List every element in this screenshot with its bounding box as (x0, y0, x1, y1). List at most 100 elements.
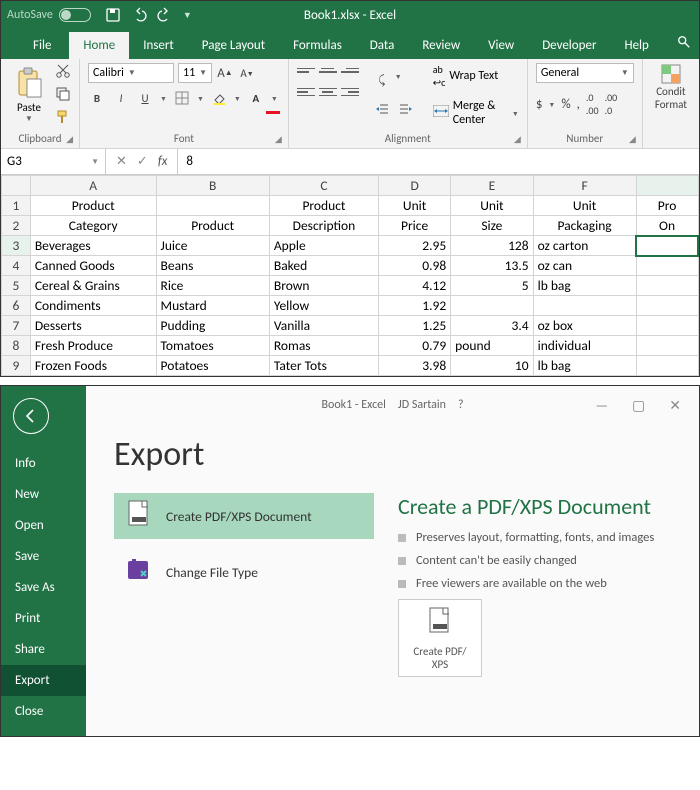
undo-icon[interactable] (131, 7, 147, 23)
name-box[interactable]: G3▼ (1, 149, 106, 174)
underline-button[interactable]: U (136, 89, 154, 107)
back-button[interactable] (13, 398, 49, 434)
group-label-alignment: Alignment◢ (297, 130, 519, 148)
column-headers[interactable]: A B C D E F (2, 176, 699, 196)
sidebar-item-export[interactable]: Export (1, 665, 86, 696)
font-color-icon[interactable]: A (247, 89, 265, 107)
tab-data[interactable]: Data (356, 32, 409, 59)
select-all-corner[interactable] (2, 176, 31, 196)
tab-help[interactable]: Help (610, 32, 662, 59)
decrease-decimal-icon[interactable]: .00.0 (605, 91, 618, 117)
tab-file[interactable]: File (19, 32, 69, 59)
decrease-font-icon[interactable]: A▼ (238, 64, 256, 82)
increase-indent-icon[interactable] (397, 100, 415, 118)
autosave-toggle[interactable]: AutoSave (7, 8, 91, 22)
group-font: Calibri▼ 11▼ A▲ A▼ B I U▼ ▼ ▼ A▼ Font◢ (80, 59, 289, 148)
sidebar-item-info[interactable]: Info (1, 448, 86, 479)
paste-label: Paste (17, 101, 41, 114)
active-cell[interactable] (636, 236, 698, 256)
tab-formulas[interactable]: Formulas (279, 32, 356, 59)
tab-view[interactable]: View (474, 32, 528, 59)
fx-icon[interactable]: fx (158, 154, 168, 169)
row-header[interactable]: 5 (2, 276, 31, 296)
italic-button[interactable]: I (112, 89, 130, 107)
orientation-icon[interactable]: ⤹ (373, 72, 391, 90)
bullet-icon (398, 534, 406, 542)
decrease-indent-icon[interactable] (373, 100, 391, 118)
merge-center-button[interactable]: Merge & Center ▼ (433, 99, 519, 127)
sidebar-item-new[interactable]: New (1, 479, 86, 510)
borders-icon[interactable] (173, 89, 191, 107)
option-change-file-type[interactable]: Change File Type (114, 549, 374, 595)
pdf-document-icon (126, 499, 152, 533)
copy-icon[interactable] (55, 86, 71, 105)
row-header[interactable]: 9 (2, 356, 31, 376)
sidebar-item-share[interactable]: Share (1, 634, 86, 665)
col-header[interactable]: C (269, 176, 378, 196)
comma-icon[interactable]: , (577, 97, 580, 112)
qat-dropdown-icon[interactable]: ▼ (183, 10, 192, 21)
table-row: 5Cereal & GrainsRiceBrown4.125lb bag (2, 276, 699, 296)
detail-bullet: Content can't be easily changed (398, 553, 699, 568)
tab-developer[interactable]: Developer (528, 32, 610, 59)
fill-color-icon[interactable] (210, 89, 228, 107)
percent-icon[interactable]: % (561, 97, 570, 112)
font-size-combo[interactable]: 11▼ (178, 63, 212, 83)
sidebar-item-close[interactable]: Close (1, 696, 86, 727)
tab-insert[interactable]: Insert (129, 32, 188, 59)
sidebar-item-save[interactable]: Save (1, 541, 86, 572)
dialog-launcher-icon[interactable]: ◢ (275, 134, 282, 145)
horizontal-align-buttons[interactable] (297, 85, 359, 99)
number-format-combo[interactable]: General▼ (536, 63, 634, 83)
dialog-launcher-icon[interactable]: ◢ (629, 134, 636, 145)
row-header[interactable]: 4 (2, 256, 31, 276)
help-icon[interactable]: ? (458, 398, 464, 412)
dialog-launcher-icon[interactable]: ◢ (66, 134, 73, 145)
cut-icon[interactable] (55, 63, 71, 82)
row-header[interactable]: 3 (2, 236, 31, 256)
search-icon[interactable] (669, 29, 699, 59)
spreadsheet-grid[interactable]: A B C D E F 1 Product Product Unit Unit … (1, 175, 699, 376)
col-header[interactable]: E (451, 176, 533, 196)
sidebar-item-save-as[interactable]: Save As (1, 572, 86, 603)
tab-home[interactable]: Home (69, 32, 129, 59)
formula-input[interactable]: 8 (177, 149, 699, 174)
enter-icon[interactable]: ✓ (137, 154, 148, 169)
increase-font-icon[interactable]: A▲ (216, 64, 234, 82)
maximize-icon[interactable]: ▢ (632, 397, 645, 414)
tab-review[interactable]: Review (408, 32, 474, 59)
row-header[interactable]: 6 (2, 296, 31, 316)
save-icon[interactable] (105, 7, 121, 23)
close-icon[interactable]: ✕ (669, 397, 681, 414)
row-header[interactable]: 7 (2, 316, 31, 336)
row-header[interactable]: 2 (2, 216, 31, 236)
col-header[interactable] (636, 176, 698, 196)
col-header[interactable]: F (533, 176, 636, 196)
tab-page-layout[interactable]: Page Layout (188, 32, 279, 59)
format-painter-icon[interactable] (55, 109, 71, 128)
toggle-off-icon[interactable] (59, 8, 91, 22)
font-name-combo[interactable]: Calibri▼ (88, 63, 174, 83)
cancel-icon[interactable]: ✕ (116, 154, 127, 169)
vertical-align-buttons[interactable] (297, 63, 359, 77)
wrap-text-button[interactable]: ab↩c Wrap Text (433, 63, 519, 89)
sidebar-item-print[interactable]: Print (1, 603, 86, 634)
col-header[interactable]: A (30, 176, 156, 196)
formula-bar: G3▼ ✕ ✓ fx 8 (1, 149, 699, 175)
increase-decimal-icon[interactable]: .0.00 (586, 91, 599, 117)
user-name[interactable]: JD Sartain (398, 398, 446, 412)
conditional-formatting-button[interactable]: Condit Format (651, 63, 691, 111)
col-header[interactable]: B (156, 176, 269, 196)
redo-icon[interactable] (157, 7, 173, 23)
paste-button[interactable]: Paste ▼ (9, 63, 49, 128)
col-header[interactable]: D (379, 176, 451, 196)
sidebar-item-open[interactable]: Open (1, 510, 86, 541)
minimize-icon[interactable]: — (595, 397, 608, 414)
create-pdf-xps-button[interactable]: Create PDF/ XPS (398, 599, 482, 677)
option-create-pdf-xps[interactable]: Create PDF/XPS Document (114, 493, 374, 539)
row-header[interactable]: 1 (2, 196, 31, 216)
dialog-launcher-icon[interactable]: ◢ (514, 134, 521, 145)
currency-icon[interactable]: $ (536, 97, 543, 112)
bold-button[interactable]: B (88, 89, 106, 107)
row-header[interactable]: 8 (2, 336, 31, 356)
